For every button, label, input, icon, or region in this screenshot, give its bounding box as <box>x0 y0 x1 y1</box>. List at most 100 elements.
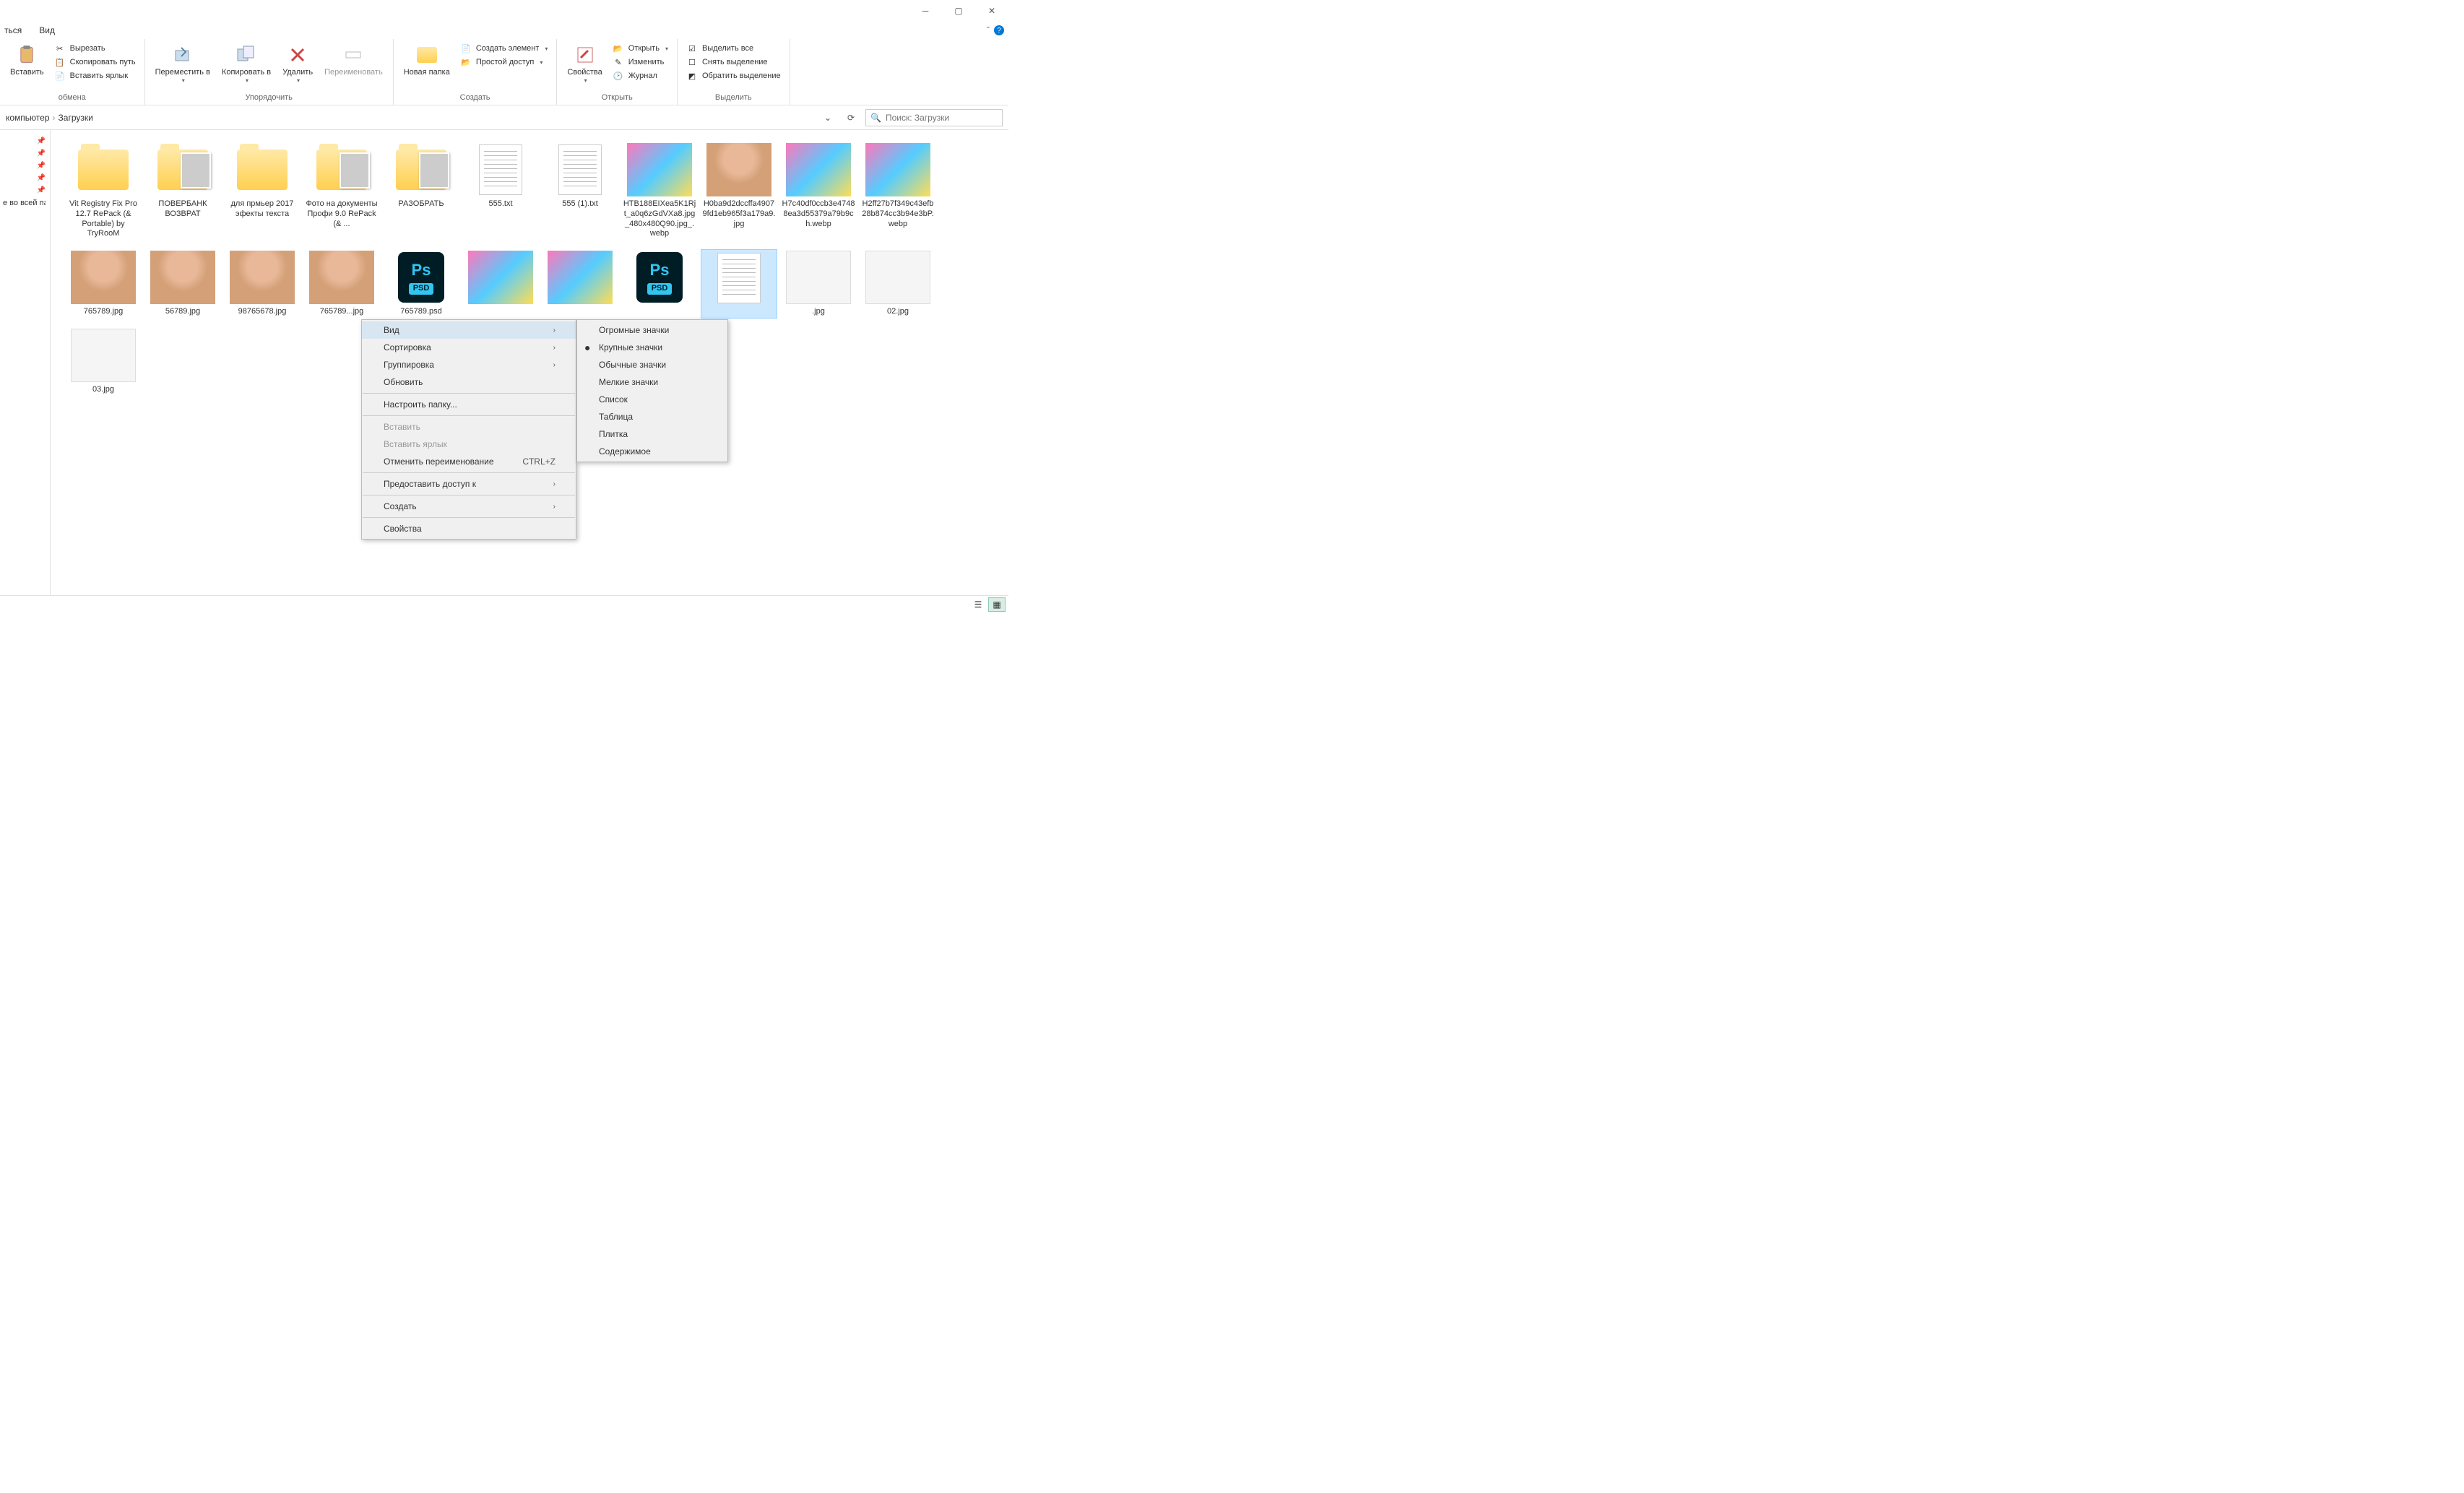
invert-selection-button[interactable]: ◩Обратить выделение <box>683 69 784 82</box>
ribbon-collapse-icon[interactable]: ˆ <box>987 25 990 35</box>
pin-icon[interactable]: 📌 <box>37 137 46 145</box>
submenu-medium-icons[interactable]: Обычные значки <box>577 356 727 373</box>
file-item[interactable]: 98765678.jpg <box>224 249 301 319</box>
file-item[interactable]: Фото на документы Профи 9.0 RePack (& ..… <box>303 142 380 241</box>
file-name-label: Фото на документы Профи 9.0 RePack (& ..… <box>305 199 379 229</box>
submenu-content[interactable]: Содержимое <box>577 443 727 460</box>
file-item[interactable]: HTB188EIXea5K1Rjt_a0q6zGdVXa8.jpg_480x48… <box>621 142 698 241</box>
file-thumbnail <box>786 143 851 196</box>
icons-view-button[interactable]: ▦ <box>988 597 1006 612</box>
file-item[interactable]: H7c40df0ccb3e47488ea3d55379a79b9ch.webp <box>780 142 857 241</box>
menu-group[interactable]: Группировка› <box>362 356 576 373</box>
file-item[interactable]: 765789.jpg <box>65 249 142 319</box>
file-thumbnail: PsPSD <box>389 251 454 304</box>
easy-access-button[interactable]: 📂Простой доступ▾ <box>457 56 551 69</box>
maximize-button[interactable]: ▢ <box>942 0 975 22</box>
cut-button[interactable]: ✂Вырезать <box>51 42 139 55</box>
menu-refresh[interactable]: Обновить <box>362 373 576 391</box>
new-folder-button[interactable]: Новая папка <box>399 42 454 79</box>
rename-button[interactable]: Переименовать <box>320 42 387 79</box>
edit-button[interactable]: ✎Изменить <box>610 56 671 69</box>
file-name-label: 555 (1).txt <box>562 199 598 209</box>
file-item[interactable]: 555.txt <box>462 142 539 241</box>
submenu-small-icons[interactable]: Мелкие значки <box>577 373 727 391</box>
file-name-label: 02.jpg <box>887 307 909 317</box>
properties-icon <box>574 43 597 66</box>
submenu-list[interactable]: Список <box>577 391 727 408</box>
sidebar-item[interactable]: е во всей паг <box>0 199 46 207</box>
menu-new[interactable]: Создать› <box>362 498 576 515</box>
paste-shortcut-button[interactable]: 📄Вставить ярлык <box>51 69 139 82</box>
submenu-details[interactable]: Таблица <box>577 408 727 425</box>
title-bar: ─ ▢ ✕ <box>0 0 1008 22</box>
file-item[interactable]: PsPSD <box>621 249 698 319</box>
bullet-icon: ● <box>584 342 590 353</box>
menu-properties[interactable]: Свойства <box>362 520 576 537</box>
file-item[interactable]: ПОВЕРБАНК ВОЗВРАТ <box>144 142 221 241</box>
file-item[interactable]: 765789...jpg <box>303 249 380 319</box>
context-menu-main[interactable]: Вид› Сортировка› Группировка› Обновить Н… <box>361 319 576 540</box>
history-button[interactable]: 🕑Журнал <box>610 69 671 82</box>
close-button[interactable]: ✕ <box>975 0 1008 22</box>
menu-view[interactable]: Вид› <box>362 321 576 339</box>
refresh-button[interactable]: ⟳ <box>842 109 860 126</box>
pin-icon[interactable]: 📌 <box>37 150 46 157</box>
search-box[interactable]: 🔍 <box>865 109 1003 126</box>
file-thumbnail <box>548 251 613 304</box>
file-item[interactable]: для прмьер 2017 эфекты текста <box>224 142 301 241</box>
file-name-label: HTB188EIXea5K1Rjt_a0q6zGdVXa8.jpg_480x48… <box>623 199 696 239</box>
pin-icon[interactable]: 📌 <box>37 162 46 170</box>
submenu-large-icons[interactable]: ●Крупные значки <box>577 339 727 356</box>
pin-icon[interactable]: 📌 <box>37 174 46 182</box>
help-icon[interactable]: ? <box>994 25 1004 35</box>
move-icon <box>171 43 194 66</box>
file-item[interactable]: PsPSD765789.psd <box>383 249 459 319</box>
file-thumbnail <box>548 143 613 196</box>
submenu-huge-icons[interactable]: Огромные значки <box>577 321 727 339</box>
pin-icon[interactable]: 📌 <box>37 186 46 194</box>
menu-sort[interactable]: Сортировка› <box>362 339 576 356</box>
copy-to-button[interactable]: Копировать в▾ <box>217 42 275 86</box>
file-item[interactable]: РАЗОБРАТЬ <box>383 142 459 241</box>
file-item[interactable]: 555 (1).txt <box>542 142 618 241</box>
file-item[interactable] <box>462 249 539 319</box>
file-item[interactable] <box>542 249 618 319</box>
file-item[interactable]: 02.jpg <box>860 249 936 319</box>
rename-icon <box>342 43 365 66</box>
breadcrumb-pc[interactable]: компьютер <box>6 113 50 123</box>
file-item[interactable] <box>701 249 777 319</box>
path-icon: 📋 <box>54 56 66 68</box>
delete-button[interactable]: Удалить▾ <box>278 42 317 86</box>
paste-button[interactable]: Вставить <box>6 42 48 79</box>
menu-grant-access[interactable]: Предоставить доступ к› <box>362 475 576 493</box>
submenu-tiles[interactable]: Плитка <box>577 425 727 443</box>
chevron-right-icon: › <box>553 326 556 334</box>
address-bar: компьютер › Загрузки ⌄ ⟳ 🔍 <box>0 105 1008 130</box>
copy-path-button[interactable]: 📋Скопировать путь <box>51 56 139 69</box>
file-item[interactable]: .jpg <box>780 249 857 319</box>
tab-share[interactable]: ться <box>4 25 22 35</box>
file-item[interactable]: H0ba9d2dccffa49079fd1eb965f3a179a9.jpg <box>701 142 777 241</box>
context-menu-view-sub[interactable]: Огромные значки ●Крупные значки Обычные … <box>576 319 728 462</box>
file-thumbnail <box>309 251 374 304</box>
properties-button[interactable]: Свойства▾ <box>563 42 606 86</box>
breadcrumb[interactable]: компьютер › Загрузки <box>6 113 813 123</box>
menu-customize[interactable]: Настроить папку... <box>362 396 576 413</box>
file-item[interactable]: Vit Registry Fix Pro 12.7 RePack (& Port… <box>65 142 142 241</box>
minimize-button[interactable]: ─ <box>909 0 942 22</box>
move-to-button[interactable]: Переместить в▾ <box>151 42 215 86</box>
new-item-button[interactable]: 📄Создать элемент▾ <box>457 42 551 55</box>
history-dropdown-button[interactable]: ⌄ <box>819 109 837 126</box>
select-all-button[interactable]: ☑Выделить все <box>683 42 784 55</box>
menu-undo-rename[interactable]: Отменить переименованиеCTRL+Z <box>362 453 576 470</box>
file-item[interactable]: 03.jpg <box>65 327 142 397</box>
details-view-button[interactable]: ☰ <box>969 597 987 612</box>
file-item[interactable]: H2ff27b7f349c43efb28b874cc3b94e3bP.webp <box>860 142 936 241</box>
select-none-button[interactable]: ☐Снять выделение <box>683 56 784 69</box>
search-input[interactable] <box>886 113 998 123</box>
file-thumbnail <box>71 329 136 382</box>
tab-view[interactable]: Вид <box>39 25 55 35</box>
open-button[interactable]: 📂Открыть▾ <box>610 42 671 55</box>
breadcrumb-downloads[interactable]: Загрузки <box>59 113 93 123</box>
file-item[interactable]: 56789.jpg <box>144 249 221 319</box>
